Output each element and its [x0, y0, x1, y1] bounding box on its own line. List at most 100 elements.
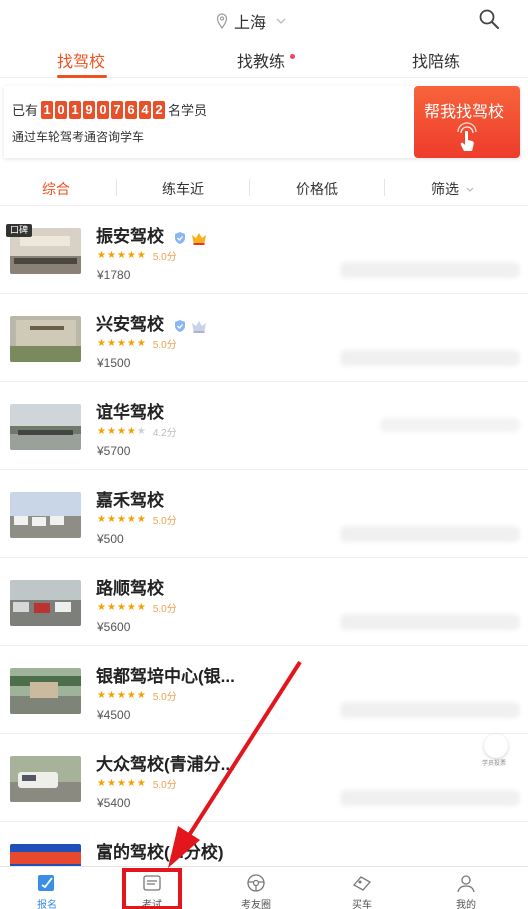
rating-stars: ★ ★ ★ ★ ★ 5.0分	[97, 777, 177, 791]
nav-buy-car-label: 买车	[352, 900, 372, 909]
car-tag-icon	[352, 876, 372, 891]
school-list-item[interactable]: 谊华驾校 ★ ★ ★ ★ ★ 4.2分 ¥5700	[0, 382, 528, 470]
city-label: 上海	[234, 15, 267, 32]
reputation-badge: 口碑	[6, 224, 33, 237]
nav-community[interactable]: 考友圈	[226, 873, 286, 909]
nav-signup[interactable]: 报名	[17, 873, 77, 909]
blurred-info	[340, 262, 520, 278]
filter-divider	[249, 179, 250, 196]
filter-divider	[116, 179, 117, 196]
school-photo	[10, 756, 81, 802]
gold-crown-icon	[191, 232, 206, 245]
blurred-info	[340, 790, 520, 806]
school-list-item[interactable]: 口碑 振安驾校 ★ ★ ★ ★ ★ 5.0分 ¥1780	[0, 206, 528, 294]
blurred-info	[340, 350, 520, 366]
filter-bar: 综合 练车近 价格低 筛选	[0, 168, 528, 206]
school-photo	[10, 316, 81, 362]
school-name: 银都驾培中心(银...	[96, 667, 235, 686]
school-name-text: 振安驾校	[96, 227, 164, 246]
filter-low-price[interactable]: 价格低	[296, 179, 338, 199]
school-name: 路顺驾校	[96, 579, 164, 598]
school-list-item[interactable]: 大众驾校(青浦分... ★ ★ ★ ★ ★ 5.0分 ¥5400	[0, 734, 528, 822]
rating-score: 5.0分	[152, 252, 177, 263]
chevron-down-icon	[466, 187, 474, 193]
nav-buy-car[interactable]: 买车	[332, 873, 392, 909]
chevron-down-icon	[276, 18, 286, 24]
school-list-item[interactable]: 嘉禾驾校 ★ ★ ★ ★ ★ 5.0分 ¥500	[0, 470, 528, 558]
nav-community-label: 考友圈	[241, 900, 271, 909]
rating-stars: ★ ★ ★ ★ ★ 5.0分	[97, 689, 177, 703]
price-label: ¥1780	[97, 268, 131, 282]
school-name: 振安驾校	[96, 222, 207, 247]
location-selector[interactable]: 上海	[216, 9, 286, 33]
blurred-info	[340, 614, 520, 630]
signup-icon	[38, 875, 54, 891]
price-label: ¥1500	[97, 356, 131, 370]
nav-signup-label: 报名	[37, 900, 57, 909]
search-icon[interactable]	[478, 8, 500, 30]
filter-more[interactable]: 筛选	[431, 179, 474, 199]
school-photo	[10, 668, 81, 714]
price-label: ¥4500	[97, 708, 131, 722]
price-label: ¥5600	[97, 620, 131, 634]
price-label: ¥5700	[97, 444, 131, 458]
school-name: 嘉禾驾校	[96, 491, 164, 510]
blurred-info	[380, 418, 520, 432]
blurred-info	[340, 702, 520, 718]
notification-dot	[290, 54, 296, 59]
help-find-school-label: 帮我找驾校	[424, 104, 505, 121]
tab-find-practice[interactable]: 找陪练	[412, 48, 460, 72]
count-digit: 0	[55, 100, 68, 119]
filter-more-label: 筛选	[431, 181, 459, 197]
verified-shield-icon	[174, 231, 185, 244]
tab-find-coach[interactable]: 找教练	[237, 48, 296, 72]
school-name: 谊华驾校	[96, 403, 164, 422]
help-find-school-button[interactable]: 帮我找驾校	[414, 86, 520, 158]
tap-finger-icon	[457, 122, 477, 151]
tab-find-school[interactable]: 找驾校	[57, 48, 105, 72]
tab-find-coach-label: 找教练	[237, 54, 286, 71]
price-label: ¥5400	[97, 796, 131, 810]
profile-icon	[457, 875, 475, 893]
rating-score: 5.0分	[152, 340, 177, 351]
count-digits: 1 0 1 9 0 7 6 4 2	[41, 100, 166, 119]
verified-shield-icon	[174, 319, 185, 332]
school-list-item[interactable]: 银都驾培中心(银... ★ ★ ★ ★ ★ 5.0分 ¥4500	[0, 646, 528, 734]
count-digit: 4	[139, 100, 152, 119]
school-list-item[interactable]: 兴安驾校 ★ ★ ★ ★ ★ 5.0分 ¥1500	[0, 294, 528, 382]
school-name: 大众驾校(青浦分...	[96, 755, 235, 774]
banner-subtitle: 通过车轮驾考通咨询学车	[12, 130, 145, 144]
rating-stars: ★ ★ ★ ★ ★ 5.0分	[97, 601, 177, 615]
count-digit: 2	[153, 100, 166, 119]
count-prefix: 已有	[12, 103, 39, 118]
rating-score: 5.0分	[152, 604, 177, 615]
main-tabs: 找驾校 找教练 找陪练	[0, 42, 528, 78]
count-digit: 0	[97, 100, 110, 119]
student-count-row: 已有 1 0 1 9 0 7 6 4 2 名学员	[12, 100, 207, 119]
rating-stars: ★ ★ ★ ★ ★ 4.2分	[97, 425, 177, 439]
count-digit: 1	[69, 100, 82, 119]
rating-stars: ★ ★ ★ ★ ★ 5.0分	[97, 337, 177, 351]
school-photo	[10, 404, 81, 450]
silver-crown-icon	[191, 320, 206, 333]
rating-score: 5.0分	[152, 780, 177, 791]
floating-vote-label: 学员投票	[482, 761, 507, 767]
filter-comprehensive[interactable]: 综合	[42, 179, 70, 199]
count-suffix: 名学员	[168, 103, 208, 118]
school-name-text: 兴安驾校	[96, 315, 164, 334]
filter-nearby[interactable]: 练车近	[162, 179, 204, 199]
count-digit: 7	[111, 100, 124, 119]
filter-divider	[384, 179, 385, 196]
school-list-item[interactable]: 路顺驾校 ★ ★ ★ ★ ★ 5.0分 ¥5600	[0, 558, 528, 646]
count-digit: 9	[83, 100, 96, 119]
price-label: ¥500	[97, 532, 124, 546]
top-bar: 上海	[0, 0, 528, 38]
floating-vote-widget[interactable]: 学员投票	[482, 734, 508, 767]
active-tab-indicator	[57, 75, 107, 78]
count-digit: 1	[41, 100, 54, 119]
rating-stars: ★ ★ ★ ★ ★ 5.0分	[97, 513, 177, 527]
rating-score: 4.2分	[152, 428, 177, 439]
location-pin-icon	[216, 13, 228, 29]
nav-profile[interactable]: 我的	[436, 873, 496, 909]
bottom-nav: 报名 考试 考友圈 买车 我的	[0, 866, 528, 909]
